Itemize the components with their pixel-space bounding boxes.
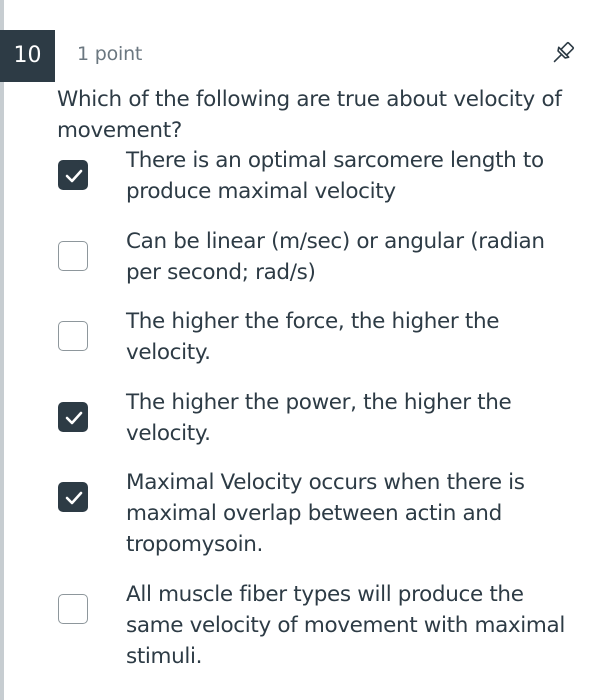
question-number: 10 (0, 30, 55, 82)
checkbox-unchecked[interactable] (58, 321, 88, 351)
question-left-rail (0, 0, 4, 700)
checkbox-checked[interactable] (58, 402, 88, 432)
checkbox-unchecked[interactable] (58, 594, 88, 624)
question-points: 1 point (77, 43, 143, 65)
checkbox-checked[interactable] (58, 482, 88, 512)
question-text: Which of the following are true about ve… (57, 87, 562, 143)
answer-label: There is an optimal sarcomere length to … (126, 148, 544, 204)
answer-label: Can be linear (m/sec) or angular (radian… (126, 229, 545, 285)
answer-label: The higher the force, the higher the vel… (126, 309, 500, 365)
checkbox-checked[interactable] (58, 160, 88, 190)
answer-label: Maximal Velocity occurs when there is ma… (126, 470, 525, 557)
pin-icon[interactable] (548, 38, 578, 68)
answer-label: The higher the power, the higher the vel… (126, 390, 512, 446)
checkbox-unchecked[interactable] (58, 241, 88, 271)
answer-label: All muscle fiber types will produce the … (126, 582, 565, 669)
